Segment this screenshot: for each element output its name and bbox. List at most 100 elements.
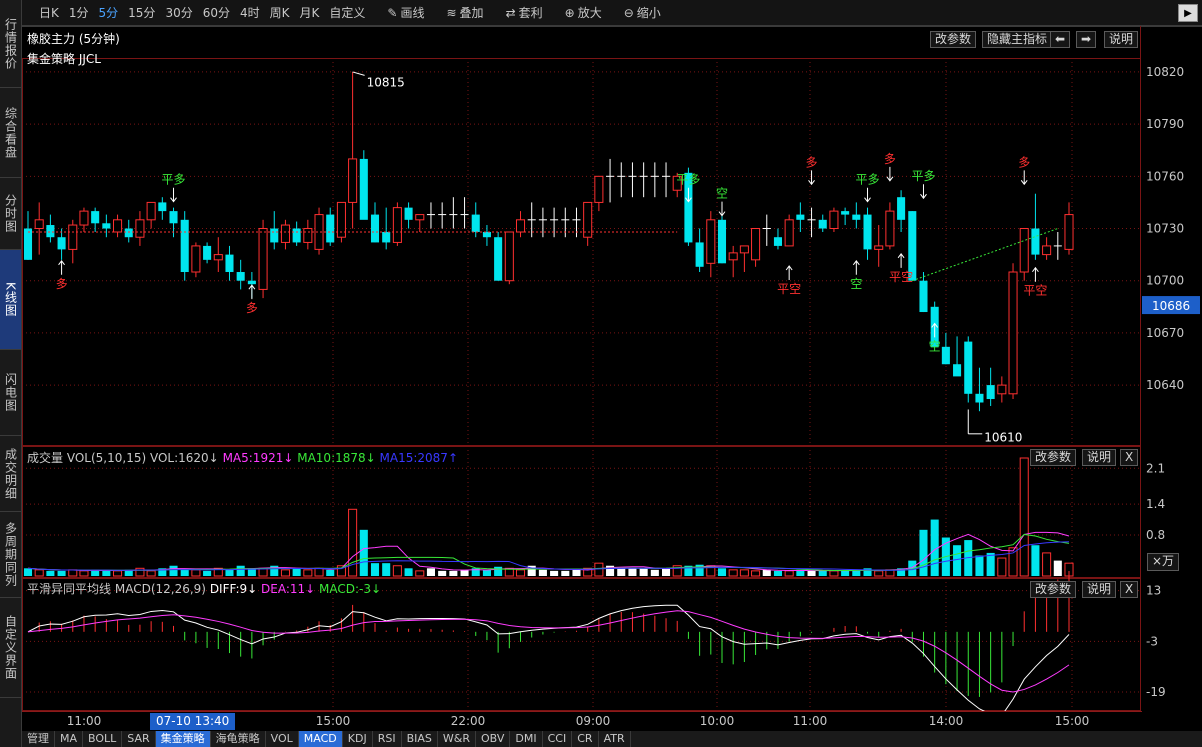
vol-help-button[interactable]: 说明 bbox=[1082, 449, 1117, 466]
tool-缩小[interactable]: ⊖ 缩小 bbox=[619, 2, 666, 24]
period-3[interactable]: 15分 bbox=[123, 2, 160, 24]
signal-arrow bbox=[785, 265, 793, 281]
right-arrow-button[interactable]: ➡ bbox=[1076, 31, 1097, 48]
chart-area[interactable]: 10640 10670 10700 10730 10760 10790 10820 10815… bbox=[22, 26, 1202, 711]
low-label: 10610 bbox=[984, 430, 1022, 444]
volume-bar bbox=[113, 570, 123, 577]
period-2[interactable]: 5分 bbox=[94, 2, 124, 24]
candle-body bbox=[695, 242, 704, 267]
volume-bar bbox=[874, 570, 884, 577]
volume-bar bbox=[303, 569, 313, 577]
volume-bar bbox=[225, 569, 234, 576]
scroll-right-button[interactable]: ▶ bbox=[1178, 4, 1198, 22]
current-price: 10686 bbox=[1152, 299, 1190, 313]
volume-bar bbox=[57, 570, 66, 576]
tool-label: 叠加 bbox=[459, 5, 484, 20]
bottom-tab-8[interactable]: KDJ bbox=[343, 731, 373, 747]
volume-bar bbox=[292, 568, 301, 576]
sidebar-item-5[interactable]: 成交明细 bbox=[0, 436, 21, 512]
bottom-tab-11[interactable]: W&R bbox=[438, 731, 476, 747]
bottom-tab-16[interactable]: ATR bbox=[599, 731, 631, 747]
period-8[interactable]: 月K bbox=[295, 2, 325, 24]
sidebar-item-0[interactable]: 行情报价 bbox=[0, 0, 21, 88]
sidebar-item-4[interactable]: 闪电图 bbox=[0, 350, 21, 436]
signal-label: 平多 bbox=[911, 169, 935, 183]
tool-画线[interactable]: ✎ 画线 bbox=[382, 2, 429, 24]
candle-body bbox=[897, 197, 906, 220]
macd-close-button[interactable]: X bbox=[1120, 581, 1139, 598]
candle-body bbox=[34, 219, 44, 230]
bottom-tab-2[interactable]: BOLL bbox=[83, 731, 123, 747]
volume-bar bbox=[628, 568, 637, 576]
sidebar-item-3[interactable]: K线图 bbox=[0, 250, 21, 350]
bottom-tab-12[interactable]: OBV bbox=[476, 731, 511, 747]
candle-body bbox=[482, 231, 491, 238]
bottom-tab-5[interactable]: 海龟策略 bbox=[211, 731, 266, 747]
period-5[interactable]: 60分 bbox=[198, 2, 235, 24]
period-0[interactable]: 日K bbox=[34, 2, 64, 24]
cursor-time-label: 07-10 13:40 bbox=[150, 713, 236, 730]
candle-body bbox=[191, 245, 201, 273]
bottom-tab-6[interactable]: VOL bbox=[266, 731, 299, 747]
candle-body bbox=[494, 237, 503, 281]
volume-bar bbox=[807, 570, 816, 576]
macd-formula: MACD(12,26,9) bbox=[114, 582, 206, 596]
bottom-tab-3[interactable]: SAR bbox=[122, 731, 156, 747]
bottom-tab-14[interactable]: CCI bbox=[543, 731, 573, 747]
main-help-button[interactable]: 说明 bbox=[1104, 31, 1139, 48]
volume-bar bbox=[773, 570, 782, 576]
sidebar-item-6[interactable]: 多周期同列 bbox=[0, 512, 21, 598]
candle-body bbox=[863, 214, 872, 250]
tool-套利[interactable]: ⇄ 套利 bbox=[501, 2, 548, 24]
volume-bar bbox=[538, 569, 547, 576]
candle-body bbox=[515, 219, 526, 233]
candle-body bbox=[382, 231, 391, 243]
signal-label: 多 bbox=[246, 301, 258, 315]
main-params-button[interactable]: 改参数 bbox=[930, 31, 977, 48]
tool-叠加[interactable]: ≋ 叠加 bbox=[441, 2, 488, 24]
candle-body bbox=[773, 237, 782, 246]
bottom-tab-9[interactable]: RSI bbox=[373, 731, 402, 747]
period-7[interactable]: 周K bbox=[265, 2, 295, 24]
macd-params-button[interactable]: 改参数 bbox=[1030, 581, 1077, 598]
candle-body bbox=[717, 219, 727, 264]
macd-diff-line bbox=[27, 604, 1070, 711]
sidebar-item-2[interactable]: 分时图 bbox=[0, 178, 21, 250]
bottom-tab-15[interactable]: CR bbox=[572, 731, 599, 747]
signal-label: 空 bbox=[716, 187, 728, 201]
candle-body bbox=[415, 214, 425, 221]
period-6[interactable]: 4时 bbox=[235, 2, 265, 24]
bottom-tab-13[interactable]: DMI bbox=[510, 731, 543, 747]
macd-help-button[interactable]: 说明 bbox=[1082, 581, 1117, 598]
tool-放大[interactable]: ⊕ 放大 bbox=[560, 2, 607, 24]
volume-bar bbox=[482, 569, 491, 576]
candle-body bbox=[326, 214, 335, 243]
time-label: 09:00 bbox=[575, 714, 611, 728]
period-4[interactable]: 30分 bbox=[160, 2, 197, 24]
volume-bar bbox=[359, 529, 368, 576]
vol-params-button[interactable]: 改参数 bbox=[1030, 449, 1077, 466]
signal-arrow bbox=[718, 201, 726, 217]
tool-label: 放大 bbox=[577, 5, 602, 20]
candle-body bbox=[46, 225, 55, 238]
hide-indicator-button[interactable]: 隐藏主指标 bbox=[982, 31, 1053, 48]
bottom-tab-4[interactable]: 集金策略 bbox=[155, 731, 211, 747]
candle-body bbox=[203, 245, 212, 260]
sidebar-item-1[interactable]: 综合看盘 bbox=[0, 88, 21, 178]
vol-close-button[interactable]: X bbox=[1120, 449, 1139, 466]
bottom-tab-10[interactable]: BIAS bbox=[402, 731, 438, 747]
volume-bar bbox=[438, 570, 447, 576]
volume-formula: VOL(5,10,15) bbox=[66, 451, 147, 465]
volume-bar bbox=[34, 569, 44, 577]
signal-arrow bbox=[864, 187, 871, 203]
sidebar-item-7[interactable]: 自定义界面 bbox=[0, 598, 21, 698]
bottom-tab-1[interactable]: MA bbox=[55, 731, 84, 747]
left-arrow-button[interactable]: ⬅ bbox=[1050, 31, 1071, 48]
volume-bar bbox=[717, 568, 727, 576]
period-9[interactable]: 自定义 bbox=[324, 2, 370, 24]
bottom-tab-7[interactable]: MACD bbox=[298, 731, 343, 747]
bottom-tab-0[interactable]: 管理 bbox=[22, 731, 55, 747]
candle-body bbox=[594, 175, 604, 203]
volume-label: 成交量 bbox=[27, 451, 64, 465]
period-1[interactable]: 1分 bbox=[64, 2, 94, 24]
